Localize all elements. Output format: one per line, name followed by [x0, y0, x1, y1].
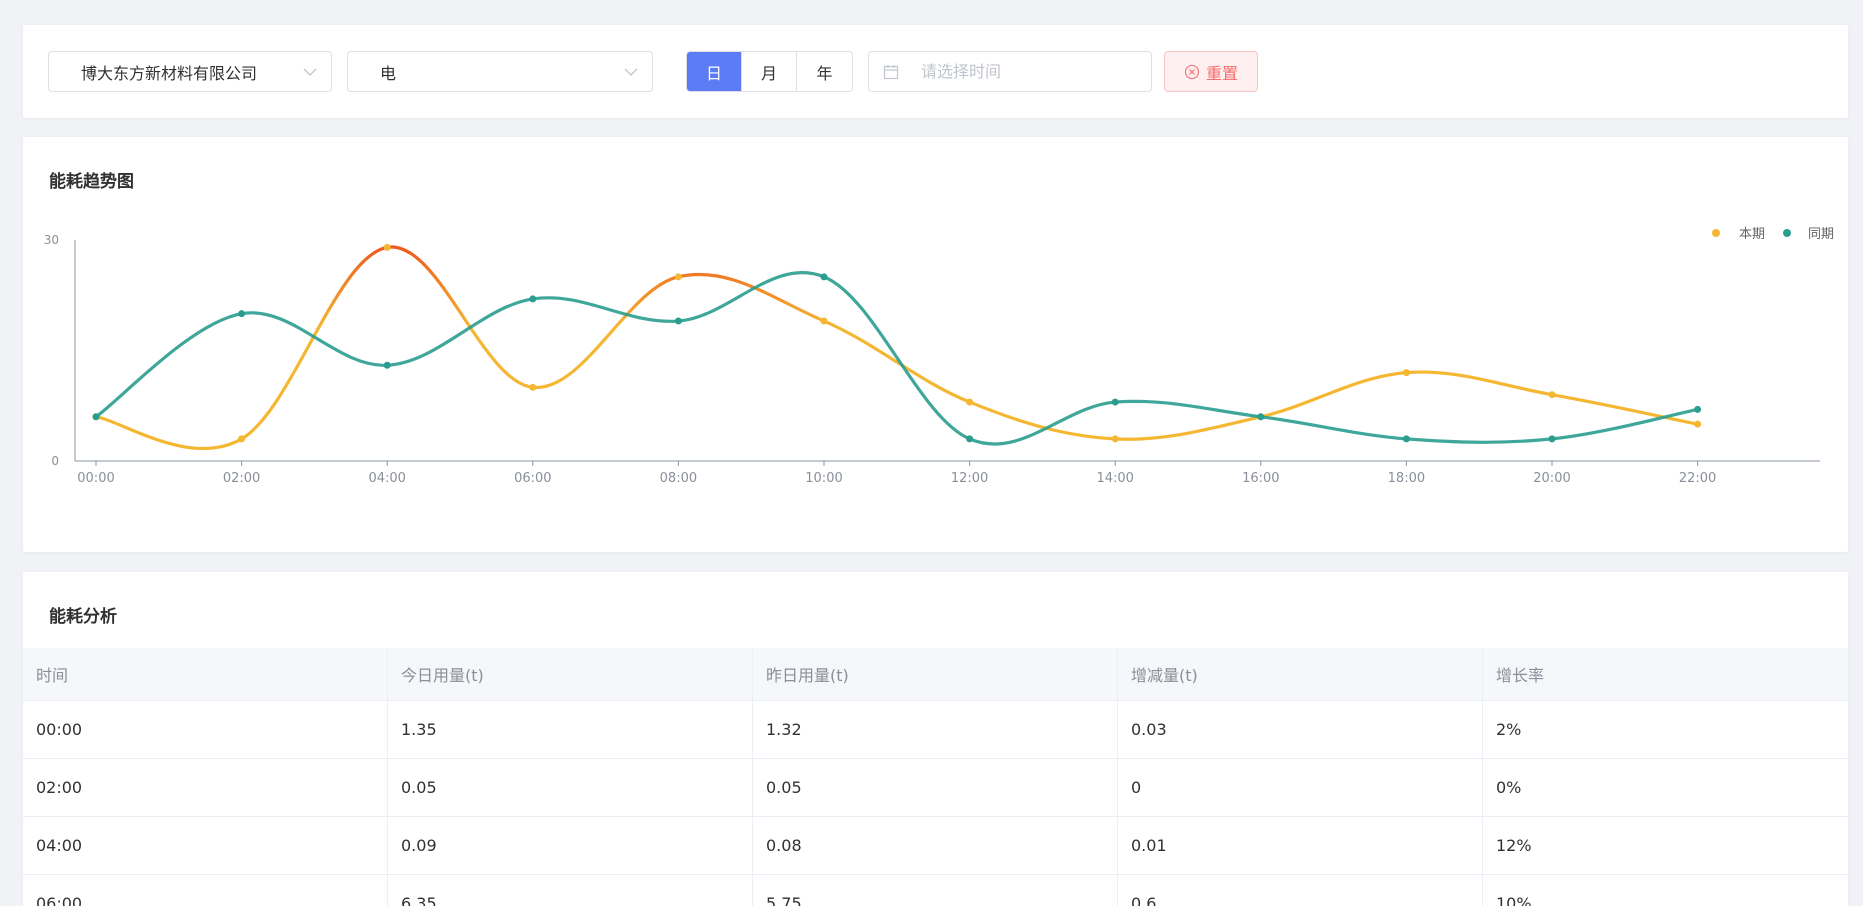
calendar-icon	[883, 64, 899, 79]
x-tick-label: 20:00	[1533, 471, 1570, 486]
series-previous-point	[1548, 435, 1556, 443]
series-previous-point	[529, 295, 537, 303]
date-picker[interactable]	[868, 51, 1152, 92]
table-cell: 1.35	[388, 701, 753, 758]
table-cell: 0	[1118, 759, 1483, 816]
table-row: 06:00 6.35 5.75 0.6 10%	[23, 875, 1848, 906]
x-tick-label: 08:00	[660, 471, 697, 486]
table-cell: 0.08	[753, 817, 1118, 874]
close-circle-icon	[1184, 64, 1200, 79]
table-header-row: 时间 今日用量(t) 昨日用量(t) 增减量(t) 增长率	[23, 648, 1848, 701]
table-row: 02:00 0.05 0.05 0 0%	[23, 759, 1848, 817]
table-cell: 5.75	[753, 875, 1118, 906]
series-previous-point	[1111, 398, 1119, 406]
table-cell: 04:00	[23, 817, 388, 874]
x-tick-label: 10:00	[805, 471, 842, 486]
table-cell: 6.35	[388, 875, 753, 906]
period-year-button[interactable]: 年	[797, 52, 852, 91]
table-cell: 10%	[1496, 894, 1532, 906]
chevron-down-icon	[303, 68, 317, 76]
table-cell: 02:00	[23, 759, 388, 816]
period-month-button[interactable]: 月	[742, 52, 797, 91]
series-current-point	[1548, 391, 1556, 399]
series-previous-point	[820, 273, 828, 281]
x-tick-label: 12:00	[951, 471, 988, 486]
table-title: 能耗分析	[49, 607, 117, 627]
series-previous-point	[92, 413, 100, 421]
analysis-table: 时间 今日用量(t) 昨日用量(t) 增减量(t) 增长率 00:00 1.35…	[23, 648, 1848, 906]
trend-line-chart: 0 30 00:00 02:00 04:00 06:00 08:00 10:00 12:00 14…	[44, 227, 1834, 486]
x-tick-label: 14:00	[1096, 471, 1133, 486]
series-current-point	[1111, 435, 1119, 443]
reset-button[interactable]: 重置	[1164, 51, 1258, 92]
series-current-point	[1402, 369, 1410, 377]
y-tick-label: 0	[51, 454, 59, 468]
y-tick-label: 30	[44, 233, 59, 247]
series-current-line	[94, 245, 1700, 451]
series-current-point	[966, 398, 974, 406]
series-previous-point	[383, 361, 391, 369]
x-tick-label: 06:00	[514, 471, 551, 486]
series-previous-point	[1402, 435, 1410, 443]
table-cell: 06:00	[23, 875, 388, 906]
table-cell: 0.05	[388, 759, 753, 816]
x-tick-label: 18:00	[1388, 471, 1425, 486]
legend-label-current: 本期	[1739, 227, 1765, 242]
company-select[interactable]: 博大东方新材料有限公司	[48, 51, 332, 92]
series-previous-point	[966, 435, 974, 443]
x-tick-label: 22:00	[1679, 471, 1716, 486]
series-previous-point	[1694, 405, 1702, 413]
reset-label: 重置	[1205, 63, 1238, 83]
series-current-point	[529, 383, 537, 391]
table-cell: 12%	[1496, 836, 1532, 855]
legend-marker-current	[1712, 229, 1720, 237]
column-header: 增减量(t)	[1118, 648, 1483, 700]
analysis-table-card: 能耗分析 时间 今日用量(t) 昨日用量(t) 增减量(t) 增长率 00:00…	[23, 572, 1848, 906]
period-day-button[interactable]: 日	[687, 52, 742, 91]
x-tick-label: 16:00	[1242, 471, 1279, 486]
table-row: 00:00 1.35 1.32 0.03 2%	[23, 701, 1848, 759]
legend-label-previous: 同期	[1808, 227, 1834, 242]
energy-type-select[interactable]: 电	[347, 51, 653, 92]
column-header: 今日用量(t)	[388, 648, 753, 700]
trend-chart-card: 能耗趋势图 0 30 00:00 02:00 04:00 06:00 08:00 10:00 1…	[23, 137, 1848, 552]
series-current-point	[383, 243, 391, 251]
table-cell: 00:00	[23, 701, 388, 758]
x-tick-label: 00:00	[77, 471, 114, 486]
table-cell: 0.05	[753, 759, 1118, 816]
filter-bar: 博大东方新材料有限公司 电 日 月 年 重置	[23, 25, 1848, 118]
energy-type-select-value: 电	[380, 63, 397, 83]
chevron-down-icon	[624, 68, 638, 76]
column-header: 增长率	[1496, 666, 1545, 685]
series-previous-point	[1257, 413, 1265, 421]
table-row: 04:00 0.09 0.08 0.01 12%	[23, 817, 1848, 875]
table-cell: 0.6	[1118, 875, 1483, 906]
table-cell: 0.01	[1118, 817, 1483, 874]
table-cell: 0.09	[388, 817, 753, 874]
table-cell: 0%	[1496, 778, 1522, 797]
company-select-value: 博大东方新材料有限公司	[81, 63, 258, 83]
period-toggle: 日 月 年	[686, 51, 853, 92]
series-previous-point	[674, 317, 682, 325]
table-cell: 0.03	[1118, 701, 1483, 758]
series-previous-point	[238, 310, 246, 318]
column-header: 时间	[23, 648, 388, 700]
x-tick-label: 02:00	[223, 471, 260, 486]
series-current-point	[820, 317, 828, 325]
series-current-point	[1694, 420, 1702, 428]
date-input[interactable]	[921, 62, 1141, 81]
legend-marker-previous	[1783, 229, 1791, 237]
column-header: 昨日用量(t)	[753, 648, 1118, 700]
x-tick-label: 04:00	[368, 471, 405, 486]
table-cell: 1.32	[753, 701, 1118, 758]
series-current-point	[674, 273, 682, 281]
table-cell: 2%	[1496, 720, 1522, 739]
series-current-point	[238, 435, 246, 443]
